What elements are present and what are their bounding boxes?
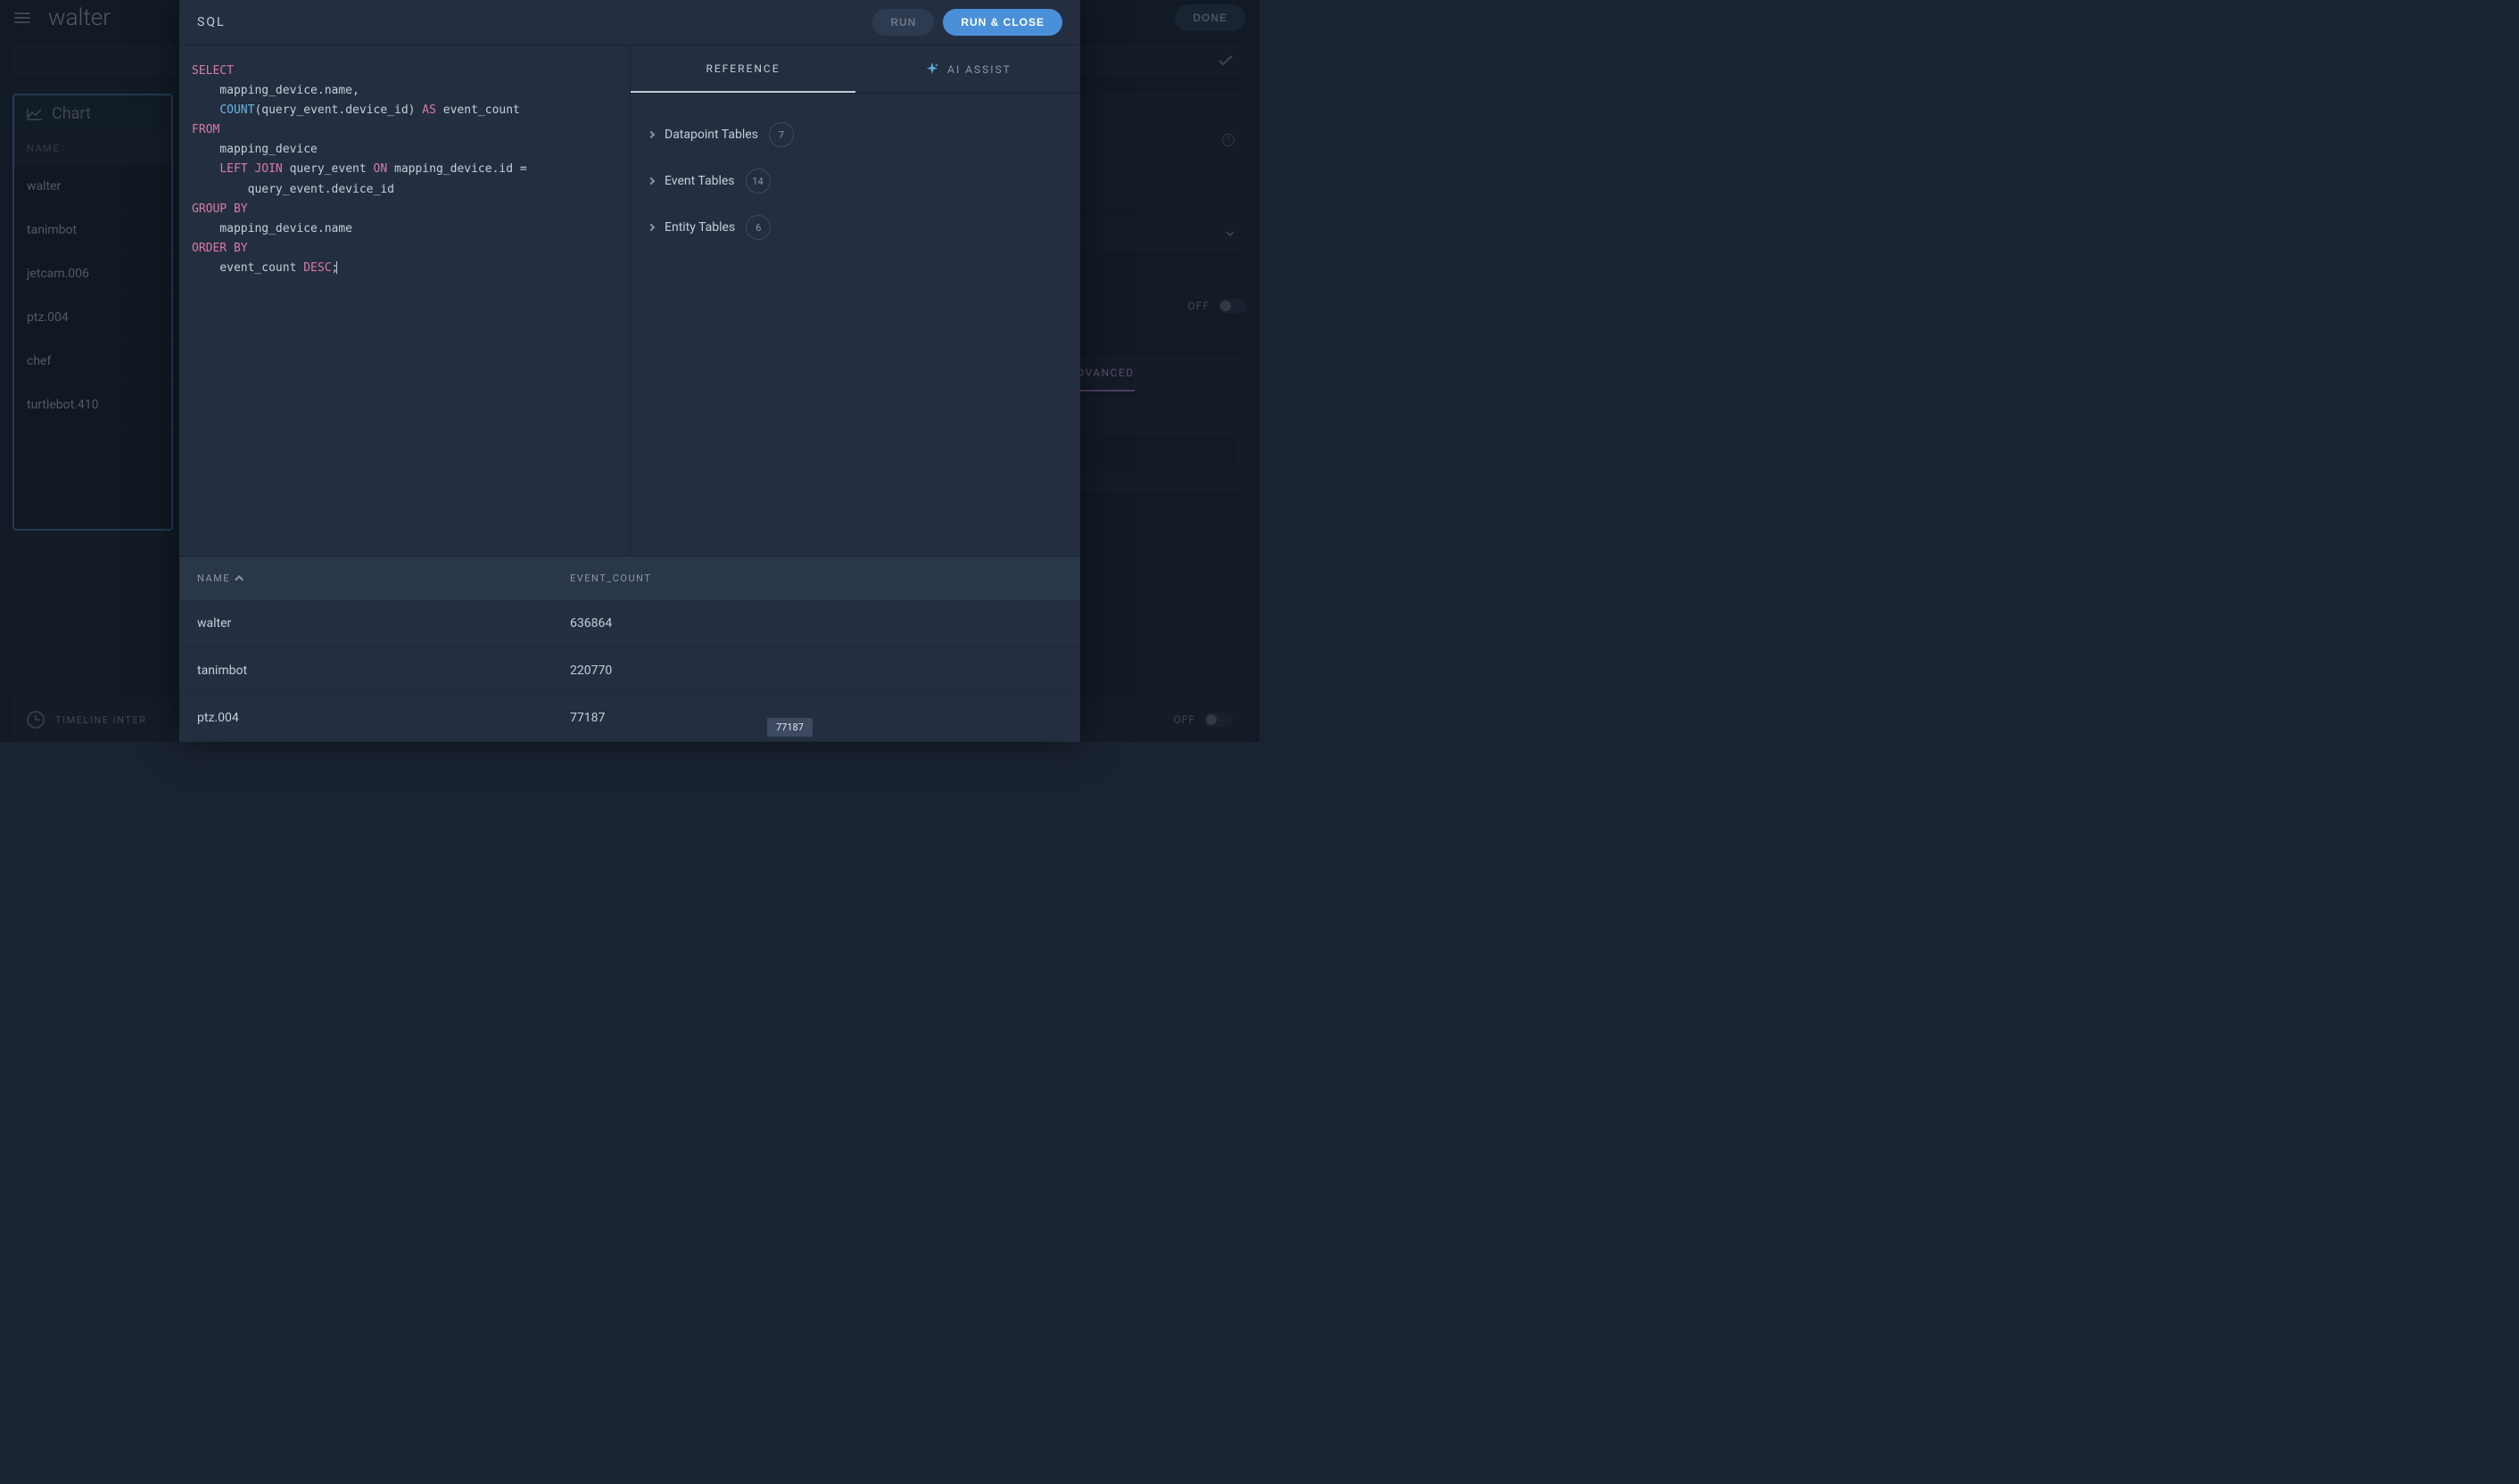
sql-text: (query_event.device_id): [254, 103, 422, 117]
results-header: NAME EVENT_COUNT: [179, 556, 1080, 600]
results-body[interactable]: walter 636864 tanimbot 220770 ptz.004 77…: [179, 600, 1080, 742]
cell-name: ptz.004: [197, 711, 570, 725]
modal-overlay: SQL RUN RUN & CLOSE SELECT mapping_devic…: [0, 0, 1260, 742]
chevron-right-icon: [648, 224, 655, 231]
sql-keyword: JOIN: [254, 162, 282, 176]
sql-keyword: GROUP: [192, 202, 227, 216]
text-cursor: [336, 261, 337, 274]
cell-name: walter: [197, 616, 570, 631]
table-group[interactable]: Entity Tables 6: [648, 204, 1062, 251]
modal-title: SQL: [197, 15, 225, 29]
cell-name: tanimbot: [197, 664, 570, 678]
sql-text: mapping_device.id =: [387, 162, 527, 176]
table-count-badge: 14: [746, 169, 771, 194]
sql-text: mapping_device.name: [192, 222, 352, 235]
sql-text: query_event.device_id: [192, 183, 394, 196]
sql-text: event_count: [436, 103, 520, 117]
chevron-right-icon: [648, 131, 655, 138]
sql-modal: SQL RUN RUN & CLOSE SELECT mapping_devic…: [179, 0, 1080, 742]
sql-text: mapping_device.name,: [192, 84, 359, 97]
sql-keyword: SELECT: [192, 64, 234, 78]
cell-count: 220770: [570, 664, 1062, 678]
reference-content: Datapoint Tables 7 Event Tables 14 Entit…: [631, 94, 1080, 268]
modal-header: SQL RUN RUN & CLOSE: [179, 0, 1080, 45]
sql-keyword: FROM: [192, 123, 219, 136]
sort-up-icon: [235, 575, 244, 584]
table-group-name: Event Tables: [665, 174, 735, 188]
sql-keyword: AS: [422, 103, 436, 117]
results-row: ptz.004 77187: [179, 695, 1080, 742]
sql-keyword: ORDER: [192, 242, 227, 255]
sql-keyword: ON: [374, 162, 388, 176]
sql-function: COUNT: [219, 103, 254, 117]
sql-text: query_event: [283, 162, 374, 176]
sql-keyword: BY: [234, 202, 248, 216]
table-group-name: Entity Tables: [665, 220, 735, 235]
sql-keyword: LEFT: [219, 162, 247, 176]
table-group-name: Datapoint Tables: [665, 128, 758, 142]
col-label: NAME: [197, 573, 230, 584]
run-button[interactable]: RUN: [872, 9, 934, 36]
results-col-count[interactable]: EVENT_COUNT: [570, 573, 1062, 584]
value-tooltip: 77187: [767, 718, 813, 737]
tab-reference[interactable]: REFERENCE: [631, 45, 855, 93]
table-count-badge: 7: [769, 122, 794, 147]
cell-count: 636864: [570, 616, 1062, 631]
run-close-button[interactable]: RUN & CLOSE: [943, 9, 1062, 36]
reference-panel: REFERENCE AI ASSIST Datapoint Tables 7: [631, 45, 1080, 556]
sql-editor[interactable]: SELECT mapping_device.name, COUNT(query_…: [179, 45, 631, 556]
table-count-badge: 6: [746, 215, 771, 240]
sql-text: [192, 162, 219, 176]
sql-text: mapping_device: [192, 143, 318, 156]
sql-text: event_count: [192, 261, 303, 275]
results-panel: NAME EVENT_COUNT walter 636864 tanimbot …: [179, 556, 1080, 742]
tab-label: REFERENCE: [706, 62, 780, 75]
table-group[interactable]: Event Tables 14: [648, 158, 1062, 204]
reference-tabs: REFERENCE AI ASSIST: [631, 45, 1080, 94]
sparkle-icon: [924, 62, 940, 78]
results-row: walter 636864: [179, 600, 1080, 647]
results-row: tanimbot 220770: [179, 647, 1080, 695]
sql-text: [192, 103, 219, 117]
sql-keyword: BY: [234, 242, 248, 255]
sql-keyword: DESC: [303, 261, 331, 275]
col-label: EVENT_COUNT: [570, 573, 651, 584]
tab-ai-assist[interactable]: AI ASSIST: [855, 45, 1080, 93]
chevron-right-icon: [648, 177, 655, 185]
cell-count: 77187: [570, 711, 1062, 725]
tab-label: AI ASSIST: [947, 63, 1012, 76]
results-col-name[interactable]: NAME: [197, 573, 570, 584]
table-group[interactable]: Datapoint Tables 7: [648, 111, 1062, 158]
